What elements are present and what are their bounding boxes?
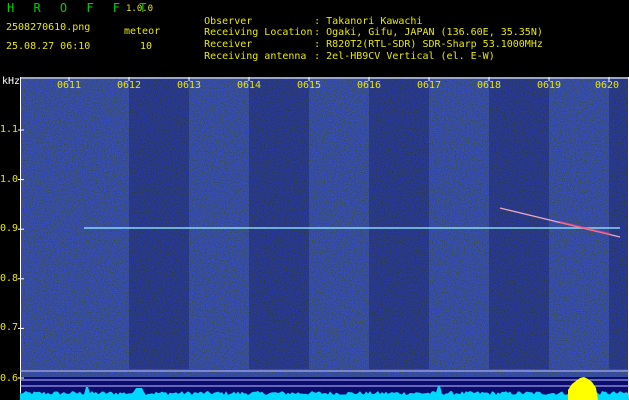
x-tick-label: 0619	[536, 80, 562, 91]
x-tick-label: 0615	[296, 80, 322, 91]
minute-band	[609, 79, 629, 369]
y-tick-label: 0.9	[0, 223, 19, 234]
date-time: 25.08.27 06:10	[6, 41, 91, 52]
x-tick-label: 0618	[476, 80, 502, 91]
minute-band	[369, 79, 429, 369]
y-tick-label: 0.8	[0, 273, 19, 284]
x-tick-label: 0612	[116, 80, 142, 91]
x-tick-label: 0620	[594, 80, 620, 91]
info-value: : 2el-HB9CV Vertical (el. E-W)	[314, 51, 495, 62]
y-tick-label: 0.6	[0, 373, 19, 384]
y-tick-label: 1.0	[0, 174, 19, 185]
info-row-antenna: Receiving antenna : 2el-HB9CV Vertical (e…	[180, 40, 495, 73]
y-tick-label: 0.7	[0, 322, 19, 333]
x-tick-label: 0614	[236, 80, 262, 91]
minute-band	[489, 79, 549, 369]
x-tick-label: 0613	[176, 80, 202, 91]
info-key: Receiving antenna	[204, 51, 307, 62]
meteor-label: meteor	[124, 26, 161, 37]
x-tick-label: 0611	[56, 80, 82, 91]
x-tick-label: 0616	[356, 80, 382, 91]
y-tick-label: 1.1	[0, 124, 19, 135]
minute-band	[129, 79, 189, 369]
file-name: 2508270610.png	[6, 22, 91, 33]
spectrogram-plot	[18, 77, 629, 400]
meteor-count: 10	[140, 41, 153, 52]
x-tick-label: 0617	[416, 80, 442, 91]
app-version: 1.0.0	[126, 4, 154, 14]
y-axis-unit: kHz	[2, 76, 21, 87]
minute-band	[249, 79, 309, 369]
